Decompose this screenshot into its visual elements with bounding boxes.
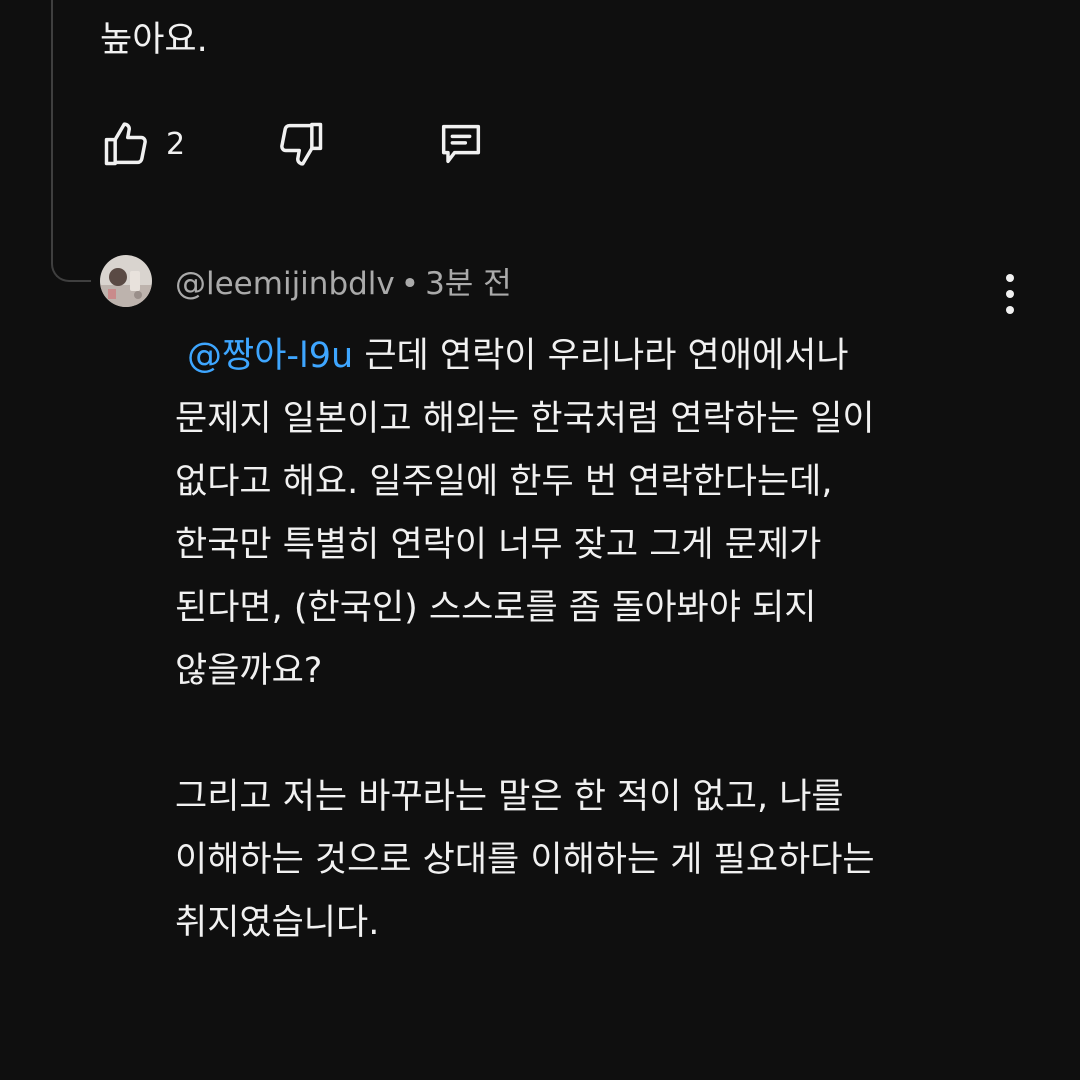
- more-vertical-icon: [996, 274, 1024, 322]
- comment-body: @짱아-l9u 근데 연락이 우리나라 연애에서나 문제지 일본이고 해외는 한…: [175, 325, 1055, 955]
- reply-meta: @leemijinbdlv • 3분 전: [175, 262, 512, 306]
- like-button[interactable]: 2: [100, 118, 275, 170]
- more-options-button[interactable]: [996, 270, 1024, 318]
- comment-text-line1: 근데 연락이 우리나라 연애에서나: [353, 336, 849, 376]
- comment-reply-icon: [435, 118, 487, 170]
- avatar[interactable]: [100, 255, 152, 307]
- previous-reply-text: 높아요.: [100, 20, 208, 60]
- mention-link[interactable]: @짱아-l9u: [187, 336, 353, 376]
- dislike-button[interactable]: [275, 118, 435, 170]
- comment-text-rest: 문제지 일본이고 해외는 한국처럼 연락하는 일이 없다고 해요. 일주일에 한…: [175, 399, 875, 943]
- previous-reply-actions: 2: [100, 112, 487, 176]
- like-count: 2: [166, 126, 186, 162]
- author-handle[interactable]: @leemijinbdlv: [175, 266, 395, 302]
- meta-separator: •: [400, 266, 420, 302]
- thumbs-down-icon: [275, 118, 327, 170]
- thread-connector-curve: [51, 212, 91, 282]
- thumbs-up-icon: [100, 118, 152, 170]
- thread-connector-line: [51, 0, 53, 222]
- reply-button[interactable]: [435, 118, 487, 170]
- timestamp: 3분 전: [425, 266, 512, 302]
